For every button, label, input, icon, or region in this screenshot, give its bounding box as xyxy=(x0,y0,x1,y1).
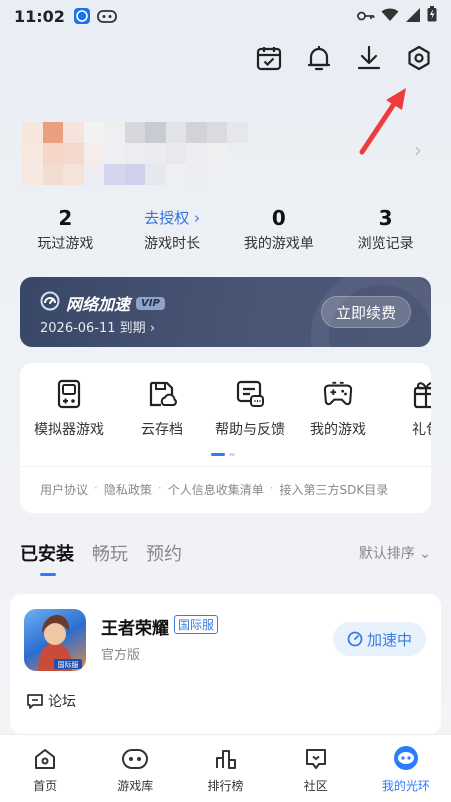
tool-gift[interactable]: 礼包 xyxy=(382,379,431,439)
policy-links: 用户协议 · 隐私政策 · 个人信息收集清单 · 接入第三方SDK目录 xyxy=(40,481,388,498)
stat-value: 2 xyxy=(58,206,73,230)
rankings-icon xyxy=(180,745,270,773)
forum-link[interactable]: 论坛 xyxy=(26,691,76,711)
top-actions xyxy=(255,44,433,72)
accelerator-logo-icon xyxy=(40,291,60,315)
accelerate-label: 加速中 xyxy=(366,630,412,649)
settings-hexagon-icon xyxy=(408,45,430,71)
tool-help-feedback[interactable]: 帮助与反馈 xyxy=(206,379,294,439)
game-subtitle: 官方版 xyxy=(101,648,141,663)
stat-label: 浏览记录 xyxy=(357,236,414,252)
nav-label: 排行榜 xyxy=(207,779,244,793)
link-third-party-sdk[interactable]: 接入第三方SDK目录 xyxy=(280,481,389,498)
tool-label: 我的游戏 xyxy=(310,422,366,438)
bell-icon xyxy=(307,45,331,71)
link-separator: · xyxy=(269,481,274,495)
stat-value: 3 xyxy=(378,206,393,230)
tools-divider xyxy=(20,466,431,467)
gamepad-icon xyxy=(323,379,353,409)
battery-icon xyxy=(427,6,437,26)
tools-card: 模拟器游戏 云存档 帮助与反馈 我的游戏 礼包 xyxy=(20,363,431,513)
cloud-save-icon xyxy=(147,379,177,409)
tool-label: 模拟器游戏 xyxy=(34,422,104,438)
link-personal-info-list[interactable]: 个人信息收集清单 xyxy=(168,481,264,498)
calendar-check-icon xyxy=(256,47,282,71)
vip-expiry[interactable]: 2026-06-11 到期 › xyxy=(40,317,155,336)
tools-page-indicator xyxy=(211,453,235,456)
community-icon xyxy=(271,745,361,773)
checkin-calendar-button[interactable] xyxy=(255,44,283,72)
stat-played-games[interactable]: 2 玩过游戏 xyxy=(12,205,119,253)
accelerate-button[interactable]: 加速中 xyxy=(333,622,426,656)
nav-label: 首页 xyxy=(33,779,58,793)
stat-play-time[interactable]: 去授权 › 游戏时长 xyxy=(119,205,226,253)
bottom-navigation: 首页 游戏库 排行榜 社区 我的光环 xyxy=(0,734,451,802)
user-stats: 2 玩过游戏 去授权 › 游戏时长 0 我的游戏单 3 浏览记录 xyxy=(0,205,451,253)
stat-browse-history[interactable]: 3 浏览记录 xyxy=(332,205,439,253)
game-library-icon xyxy=(90,745,180,773)
wifi-icon xyxy=(381,7,399,26)
status-time: 11:02 xyxy=(14,6,65,26)
tool-label: 礼包 xyxy=(412,422,431,438)
game-name: 王者荣耀 xyxy=(101,619,169,639)
download-icon xyxy=(357,45,381,70)
stat-value: 0 xyxy=(271,206,286,230)
speedometer-icon xyxy=(347,631,363,647)
nav-rankings[interactable]: 排行榜 xyxy=(180,735,270,802)
sort-dropdown[interactable]: 默认排序 ⌄ xyxy=(359,543,431,563)
user-profile[interactable]: › xyxy=(22,122,422,186)
settings-button[interactable] xyxy=(405,44,433,72)
tab-reserved[interactable]: 预约 xyxy=(146,540,182,576)
vip-accelerator-card[interactable]: 网络加速 VIP 2026-06-11 到期 › 立即续费 xyxy=(20,277,431,347)
my-halo-icon xyxy=(361,745,451,773)
nav-community[interactable]: 社区 xyxy=(271,735,361,802)
game-avatar[interactable]: 国际服 xyxy=(24,609,86,671)
stat-label: 游戏时长 xyxy=(144,236,201,252)
installed-game-card[interactable]: 国际服 王者荣耀 国际服 官方版 加速中 论坛 xyxy=(10,594,441,734)
app-notification-icon xyxy=(73,7,91,25)
tab-cloud-play[interactable]: 畅玩 xyxy=(92,540,128,576)
blurred-avatar-and-name xyxy=(22,122,422,185)
downloads-button[interactable] xyxy=(355,44,383,72)
link-privacy-policy[interactable]: 隐私政策 xyxy=(104,481,152,498)
nav-label: 社区 xyxy=(303,779,328,793)
nav-game-library[interactable]: 游戏库 xyxy=(90,735,180,802)
notifications-button[interactable] xyxy=(305,44,333,72)
nav-my-halo[interactable]: 我的光环 xyxy=(361,735,451,802)
forum-icon xyxy=(27,694,43,709)
renew-button[interactable]: 立即续费 xyxy=(320,296,411,328)
stat-label: 玩过游戏 xyxy=(37,236,94,252)
game-controller-notification-icon xyxy=(97,8,117,24)
status-bar: 11:02 xyxy=(0,0,451,32)
tool-emulator-games[interactable]: 模拟器游戏 xyxy=(20,379,118,439)
link-separator: · xyxy=(157,481,162,495)
home-icon xyxy=(0,745,90,773)
vip-badge: VIP xyxy=(136,296,165,310)
signal-icon xyxy=(405,7,421,26)
profile-chevron-right-icon: › xyxy=(414,138,422,162)
tool-my-games[interactable]: 我的游戏 xyxy=(294,379,382,439)
tab-installed[interactable]: 已安装 xyxy=(20,540,74,576)
stat-game-lists[interactable]: 0 我的游戏单 xyxy=(226,205,333,253)
link-separator: · xyxy=(94,481,98,495)
link-user-agreement[interactable]: 用户协议 xyxy=(40,481,88,498)
stat-label: 我的游戏单 xyxy=(243,236,314,252)
game-tabs: 已安装 畅玩 预约 xyxy=(20,540,182,576)
nav-label: 我的光环 xyxy=(381,779,430,793)
key-icon xyxy=(357,7,375,26)
authorize-link[interactable]: 去授权 › xyxy=(119,205,226,231)
avatar-server-text: 国际服 xyxy=(58,660,79,669)
forum-label: 论坛 xyxy=(48,694,76,710)
gameboy-icon xyxy=(54,379,84,409)
tool-label: 帮助与反馈 xyxy=(215,422,285,438)
feedback-icon xyxy=(235,379,265,409)
nav-home[interactable]: 首页 xyxy=(0,735,90,802)
tools-scroller[interactable]: 模拟器游戏 云存档 帮助与反馈 我的游戏 礼包 xyxy=(20,363,431,439)
server-tag: 国际服 xyxy=(174,615,219,634)
gift-icon xyxy=(411,379,431,409)
nav-label: 游戏库 xyxy=(117,779,154,793)
tool-label: 云存档 xyxy=(141,422,183,438)
vip-title: 网络加速 xyxy=(66,295,131,314)
tool-cloud-save[interactable]: 云存档 xyxy=(118,379,206,439)
